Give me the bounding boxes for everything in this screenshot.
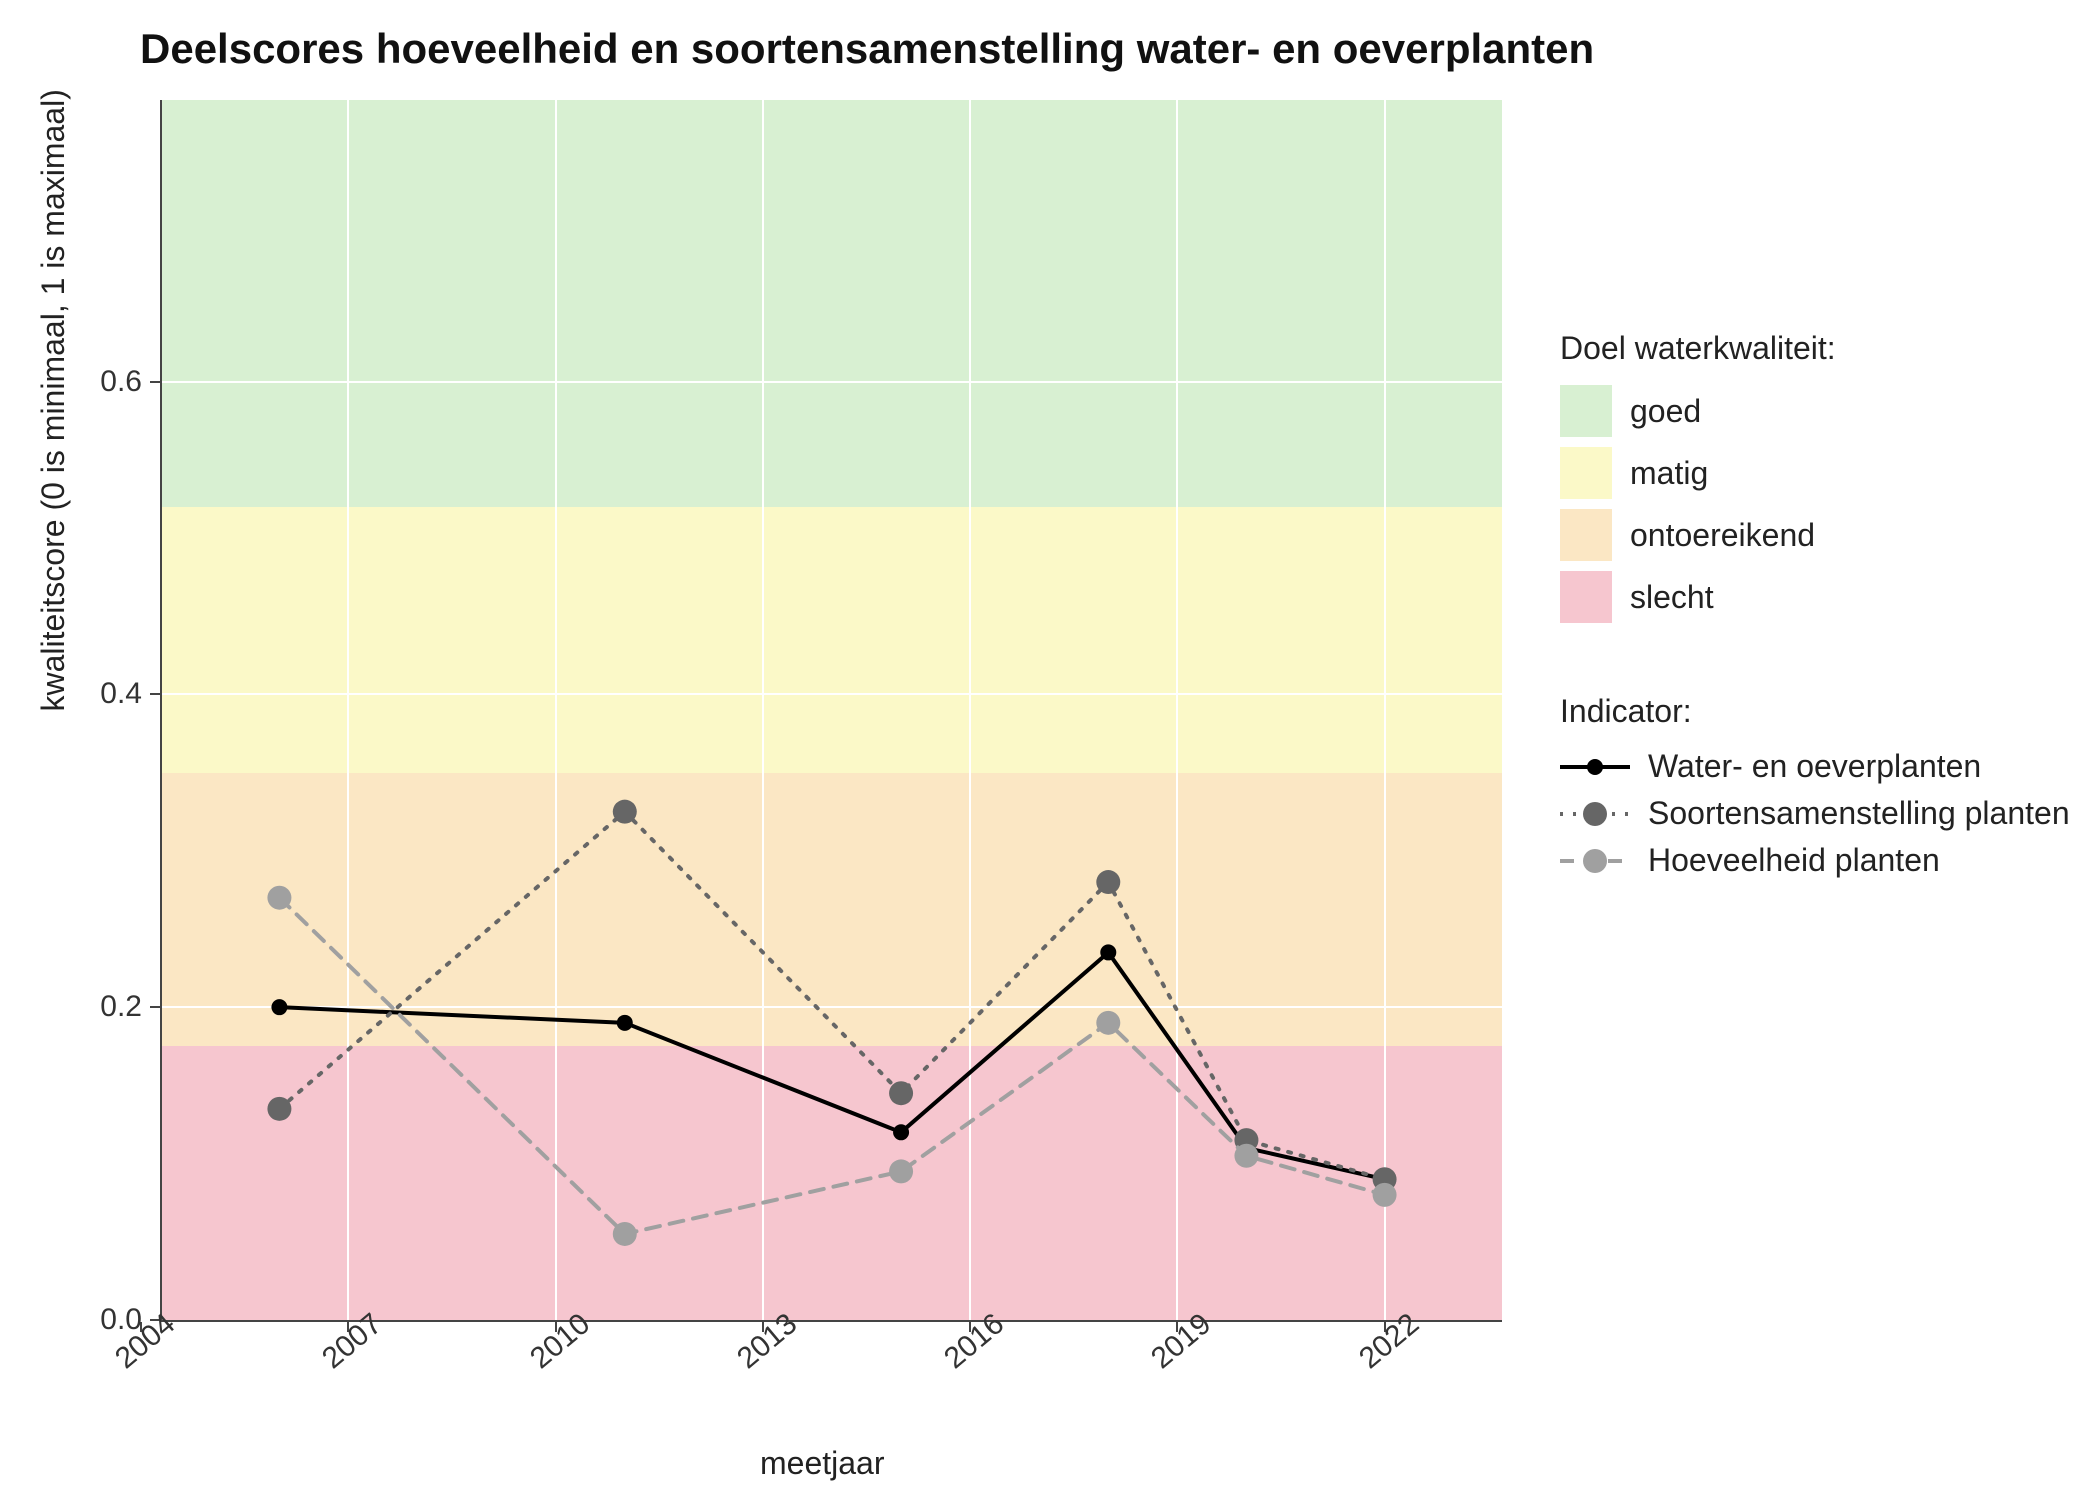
y-tick <box>150 693 160 695</box>
legend-swatch <box>1560 509 1612 561</box>
y-tick <box>150 381 160 383</box>
legend-label: goed <box>1630 393 1701 430</box>
series-point <box>1234 1144 1258 1168</box>
legend-label: Soortensamenstelling planten <box>1648 795 2070 832</box>
series-point <box>1373 1183 1397 1207</box>
legend-line-icon <box>1560 752 1630 782</box>
y-tick-label: 0.6 <box>62 365 142 399</box>
series-line <box>279 898 1384 1234</box>
legend-line-icon <box>1560 799 1630 829</box>
series-point <box>613 1222 637 1246</box>
legend-swatch <box>1560 571 1612 623</box>
series-point <box>267 1097 291 1121</box>
x-axis-label: meetjaar <box>760 1445 885 1482</box>
series-point <box>267 886 291 910</box>
legend-series-item: Hoeveelheid planten <box>1560 842 2070 879</box>
legend-band-item: matig <box>1560 447 2070 499</box>
legend-band-item: ontoereikend <box>1560 509 2070 561</box>
series-point <box>1096 1011 1120 1035</box>
series-point <box>613 800 637 824</box>
legend-series-title: Indicator: <box>1560 693 2070 730</box>
series-point <box>889 1159 913 1183</box>
legend-label: ontoereikend <box>1630 517 1815 554</box>
y-axis-label: kwaliteitscore (0 is minimaal, 1 is maxi… <box>35 89 72 711</box>
y-tick <box>150 1006 160 1008</box>
legend-label: Water- en oeverplanten <box>1648 748 1981 785</box>
series-line <box>279 952 1384 1179</box>
legend-label: matig <box>1630 455 1708 492</box>
legend-band-item: goed <box>1560 385 2070 437</box>
chart-container: Deelscores hoeveelheid en soortensamenst… <box>0 0 2100 1500</box>
legend-label: Hoeveelheid planten <box>1648 842 1940 879</box>
series-point <box>617 1015 633 1031</box>
plot-lines-svg <box>162 100 1502 1320</box>
legend-swatch <box>1560 447 1612 499</box>
plot-area <box>160 100 1502 1322</box>
legend: Doel waterkwaliteit: goed matig ontoereiken… <box>1560 330 2070 889</box>
legend-band-item: slecht <box>1560 571 2070 623</box>
y-tick-label: 0.2 <box>62 990 142 1024</box>
y-tick-label: 0.4 <box>62 677 142 711</box>
series-point <box>889 1081 913 1105</box>
legend-line-icon <box>1560 846 1630 876</box>
chart-title: Deelscores hoeveelheid en soortensamenst… <box>140 25 1594 73</box>
legend-bands-title: Doel waterkwaliteit: <box>1560 330 2070 367</box>
legend-label: slecht <box>1630 579 1714 616</box>
series-point <box>1096 870 1120 894</box>
series-point <box>1100 944 1116 960</box>
series-point <box>893 1124 909 1140</box>
series-point <box>271 999 287 1015</box>
legend-swatch <box>1560 385 1612 437</box>
legend-series-item: Soortensamenstelling planten <box>1560 795 2070 832</box>
legend-series-item: Water- en oeverplanten <box>1560 748 2070 785</box>
series-line <box>279 812 1384 1180</box>
